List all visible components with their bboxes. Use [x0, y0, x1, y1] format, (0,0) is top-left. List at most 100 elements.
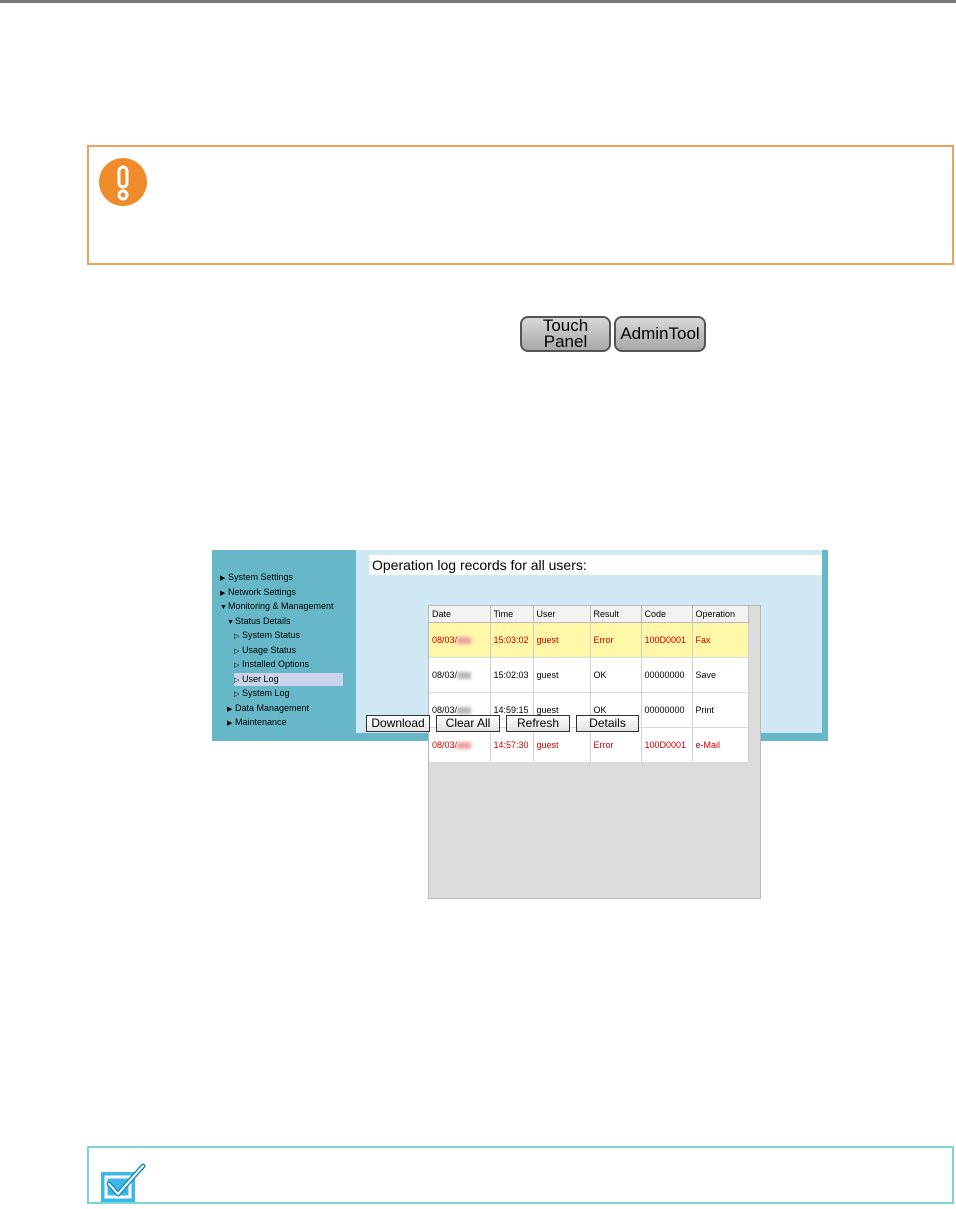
cell-code-text: 100D0001	[644, 635, 687, 645]
tip-box	[87, 1146, 954, 1204]
cell-result: OK	[590, 657, 642, 693]
cell-time: 15:02:03	[490, 657, 534, 693]
cell-user: guest	[533, 657, 591, 693]
sidebar-item-system-log[interactable]: ▷ System Log	[234, 687, 290, 700]
collapsed-arrow-icon: ▶	[220, 575, 226, 582]
sidebar-item-user-log[interactable]: ▷ User Log	[234, 673, 343, 686]
sidebar-item-status-details[interactable]: ▼Status Details	[227, 615, 291, 628]
cell-date: 08/03/	[429, 622, 491, 658]
redacted-year	[457, 637, 472, 645]
top-rule	[0, 0, 956, 3]
table-row[interactable]: 08/03/14:57:30 guest Error 100D0001 e-Mail	[429, 727, 749, 763]
collapsed-arrow-icon: ▶	[220, 590, 226, 597]
redacted-year	[457, 742, 472, 750]
sidebar-item-system-status[interactable]: ▷ System Status	[234, 629, 300, 642]
cell-operation-text: Fax	[695, 635, 711, 645]
sidebar-item-label: User Log	[242, 674, 279, 684]
table-row[interactable]: 08/03/15:03:02 guest Error 100D0001 Fax	[429, 622, 749, 658]
cell-code: 100D0001	[641, 622, 693, 658]
cell-date: 08/03/	[429, 657, 491, 693]
cell-user-text: guest	[536, 670, 559, 680]
sidebar-item-label: System Settings	[228, 572, 294, 582]
cell-operation: Print	[692, 692, 749, 728]
expanded-arrow-icon: ▼	[220, 604, 227, 611]
cell-time-text: 15:03:02	[493, 635, 529, 645]
cell-result: Error	[590, 727, 642, 763]
cell-code: 00000000	[641, 657, 693, 693]
collapsed-arrow-icon: ▷	[234, 648, 240, 655]
cell-time-text: 14:57:30	[493, 740, 529, 750]
touch-panel-line2: Panel	[543, 332, 588, 351]
column-header-time[interactable]: Time	[490, 606, 534, 623]
column-header-user[interactable]: User	[533, 606, 591, 623]
sidebar-item-installed-options[interactable]: ▷ Installed Options	[234, 658, 309, 671]
sidebar-item-label: Maintenance	[235, 717, 287, 727]
sidebar-item-monitoring-management[interactable]: ▼Monitoring & Management	[220, 600, 334, 613]
cell-user-text: guest	[536, 740, 559, 750]
collapsed-arrow-icon: ▶	[227, 720, 233, 727]
sidebar-item-label: Status Details	[235, 616, 291, 626]
cell-user: guest	[533, 622, 591, 658]
cell-code-text: 100D0001	[644, 740, 687, 750]
sidebar-item-data-management[interactable]: ▶ Data Management	[227, 702, 309, 715]
column-header-code[interactable]: Code	[641, 606, 693, 623]
sidebar-item-label: System Status	[242, 630, 301, 640]
sidebar-item-label: Monitoring & Management	[228, 601, 334, 611]
user-log-table: Date Time User Result Code Operation 08/…	[429, 606, 749, 763]
details-button[interactable]: Details	[576, 715, 639, 732]
collapsed-arrow-icon: ▶	[227, 706, 233, 713]
collapsed-arrow-icon: ▷	[234, 662, 240, 669]
expanded-arrow-icon: ▼	[227, 619, 234, 626]
table-row[interactable]: 08/03/15:02:03 guest OK 00000000 Save	[429, 657, 749, 693]
admin-tool-label: AdminTool	[620, 324, 700, 343]
cell-result-text: OK	[593, 705, 607, 715]
sidebar-item-usage-status[interactable]: ▷ Usage Status	[234, 644, 296, 657]
cell-operation: e-Mail	[692, 727, 749, 763]
cell-time: 15:03:02	[490, 622, 534, 658]
column-header-date[interactable]: Date	[429, 606, 491, 623]
sidebar-item-label: Network Settings	[228, 587, 297, 597]
download-button[interactable]: Download	[366, 715, 430, 732]
collapsed-arrow-icon: ▷	[234, 633, 240, 640]
sidebar-item-network-settings[interactable]: ▶ Network Settings	[220, 586, 296, 599]
cell-user: guest	[533, 727, 591, 763]
cell-code: 00000000	[641, 692, 693, 728]
cell-user-text: guest	[536, 635, 559, 645]
main-pane-frame	[822, 550, 828, 741]
cell-operation: Fax	[692, 622, 749, 658]
collapsed-arrow-icon: ▷	[234, 677, 240, 684]
cell-date-text: 08/03/	[432, 740, 458, 750]
admin-tool-badge: AdminTool	[614, 316, 706, 352]
cell-result-text: Error	[593, 635, 614, 645]
page-title: Operation log records for all users:	[369, 555, 822, 575]
column-header-operation[interactable]: Operation	[692, 606, 749, 623]
sidebar-item-maintenance[interactable]: ▶ Maintenance	[227, 716, 287, 729]
cell-time: 14:57:30	[490, 727, 534, 763]
cell-result-text: Error	[593, 740, 614, 750]
checkmark-icon	[99, 1162, 147, 1204]
caution-box	[87, 145, 954, 265]
cell-user-text: guest	[536, 705, 559, 715]
column-header-result[interactable]: Result	[590, 606, 642, 623]
refresh-button[interactable]: Refresh	[506, 715, 570, 732]
sidebar-item-label: Installed Options	[242, 659, 310, 669]
cell-date: 08/03/	[429, 727, 491, 763]
collapsed-arrow-icon: ▷	[234, 691, 240, 698]
cell-result-text: OK	[593, 670, 607, 680]
cell-code: 100D0001	[641, 727, 693, 763]
redacted-year	[457, 707, 472, 715]
clear-all-button[interactable]: Clear All	[436, 715, 500, 732]
cell-date-text: 08/03/	[432, 705, 458, 715]
sidebar-item-label: System Log	[242, 688, 290, 698]
cell-result: Error	[590, 622, 642, 658]
touch-panel-badge: Touch Panel	[520, 316, 611, 352]
cell-code-text: 00000000	[644, 705, 685, 715]
cell-time-text: 14:59:15	[493, 705, 529, 715]
cell-operation-text: Save	[695, 670, 717, 680]
cell-operation-text: Print	[695, 705, 715, 715]
sidebar-item-system-settings[interactable]: ▶ System Settings	[220, 571, 293, 584]
sidebar-item-label: Data Management	[235, 703, 310, 713]
sidebar-item-label: Usage Status	[242, 645, 297, 655]
cell-date-text: 08/03/	[432, 635, 458, 645]
cell-code-text: 00000000	[644, 670, 685, 680]
